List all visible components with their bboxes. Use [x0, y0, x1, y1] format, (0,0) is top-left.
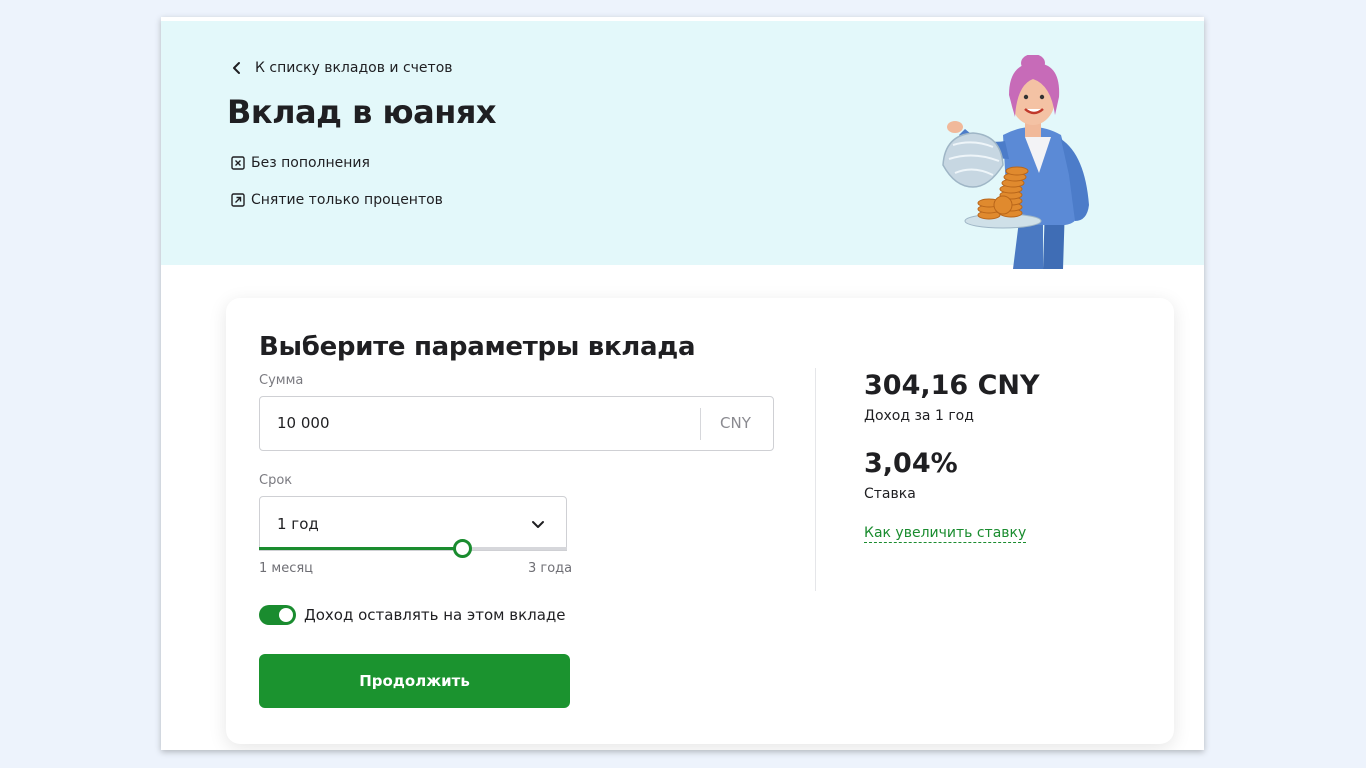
sum-label: Сумма	[259, 373, 304, 388]
income-value: 304,16 CNY	[864, 370, 1040, 401]
chevron-down-icon[interactable]	[530, 516, 546, 532]
column-divider	[815, 368, 816, 591]
deposit-page: К списку вкладов и счетов Вклад в юанях …	[161, 17, 1204, 750]
feature-withdraw-interest: Снятие только процентов	[231, 192, 443, 208]
term-label: Срок	[259, 473, 293, 488]
increase-rate-link[interactable]: Как увеличить ставку	[864, 525, 1027, 543]
term-slider[interactable]	[259, 539, 567, 558]
term-value: 1 год	[277, 515, 319, 533]
term-max-label: 3 года	[528, 561, 573, 576]
hero-banner: К списку вкладов и счетов Вклад в юанях …	[161, 21, 1204, 269]
no-topup-icon	[231, 156, 245, 170]
back-to-deposits-link[interactable]: К списку вкладов и счетов	[229, 60, 453, 76]
reinvest-toggle[interactable]	[259, 605, 296, 625]
sum-input[interactable]: 10 000 CNY	[259, 396, 774, 451]
reinvest-toggle-row: Доход оставлять на этом вкладе	[259, 605, 566, 625]
term-slider-handle[interactable]	[453, 539, 473, 558]
income-label: Доход за 1 год	[864, 408, 974, 424]
withdraw-interest-icon	[231, 193, 245, 207]
feature-no-topup: Без пополнения	[231, 155, 370, 171]
toggle-knob	[279, 608, 293, 622]
continue-button[interactable]: Продолжить	[259, 654, 570, 708]
chevron-left-icon	[233, 62, 240, 74]
rate-value: 3,04%	[864, 448, 958, 479]
deposit-calculator-card: Выберите параметры вклада Сумма 10 000 C…	[226, 298, 1174, 744]
sum-value: 10 000	[277, 414, 330, 432]
woman-with-coins-illustration	[942, 55, 1089, 269]
reinvest-toggle-label: Доход оставлять на этом вкладе	[304, 606, 566, 624]
term-slider-fill	[259, 547, 463, 550]
back-link-label: К списку вкладов и счетов	[255, 60, 453, 76]
rate-label: Ставка	[864, 486, 916, 502]
feature-label: Без пополнения	[251, 155, 370, 171]
term-select[interactable]: 1 год	[259, 496, 567, 551]
feature-label: Снятие только процентов	[251, 192, 443, 208]
calculator-title: Выберите параметры вклада	[259, 332, 696, 362]
sum-divider	[700, 408, 701, 440]
page-title: Вклад в юанях	[227, 93, 497, 131]
term-min-label: 1 месяц	[259, 561, 314, 576]
currency-label: CNY	[720, 414, 751, 432]
